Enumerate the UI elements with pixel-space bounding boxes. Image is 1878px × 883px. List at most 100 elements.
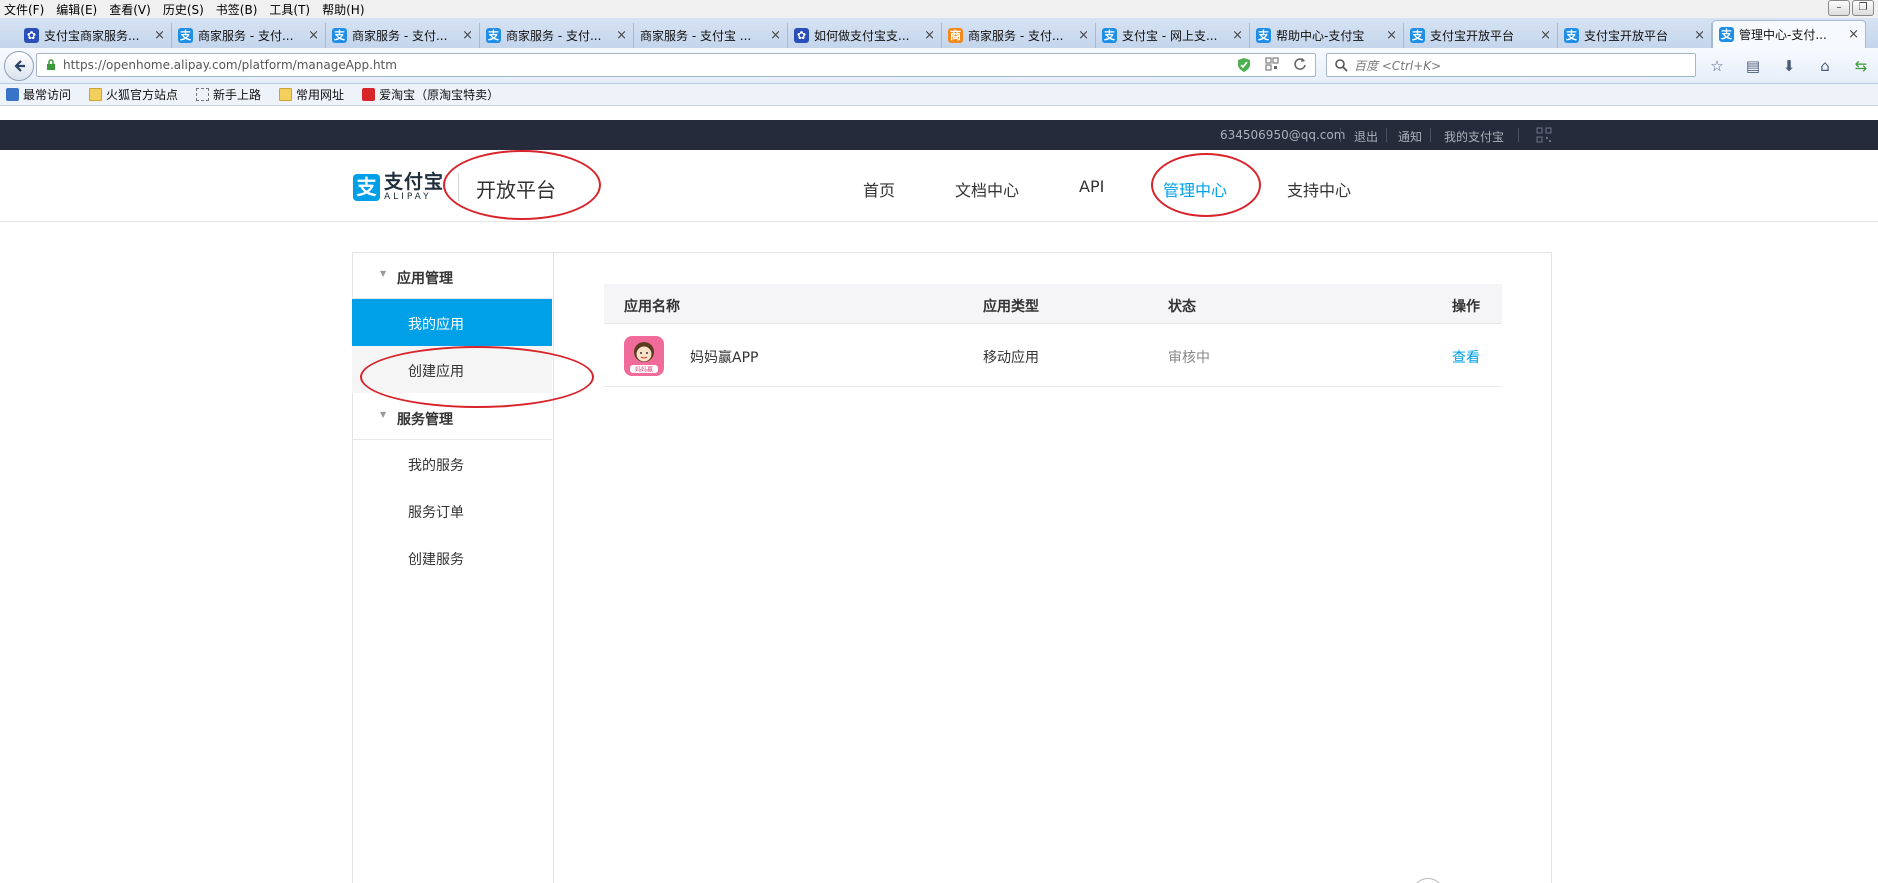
sidebar-item-create-app[interactable]: 创建应用 [352,346,552,393]
close-icon[interactable]: × [1540,28,1551,43]
alipay-icon: 支 [1256,28,1271,43]
app-avatar-icon: 妈妈赢 [624,336,664,376]
close-icon[interactable]: × [154,28,165,43]
app-name: 妈妈赢APP [690,350,759,366]
close-icon[interactable]: × [1386,28,1397,43]
close-icon[interactable]: × [1232,28,1243,43]
search-icon [1335,58,1348,72]
browser-tab[interactable]: ✿ 支付宝商家服务... × [18,23,172,48]
menu-edit[interactable]: 编辑(E) [56,1,97,18]
close-icon[interactable]: × [924,28,935,43]
minimize-icon[interactable]: – [1828,0,1850,16]
bookmark-most-visited[interactable]: 最常访问 [0,86,71,103]
browser-tab[interactable]: 支支付宝开放平台 × [1558,23,1712,48]
sidebar-item-my-services[interactable]: 我的服务 [352,440,552,487]
browser-tab[interactable]: 商家服务 - 支付宝 ... × [634,23,788,48]
view-app-link[interactable]: 查看 [1452,347,1480,367]
back-button[interactable] [4,50,34,81]
browser-tab[interactable]: 商商家服务 - 支付... × [942,23,1096,48]
logo-text-en: ALIPAY [384,192,432,202]
nav-docs[interactable]: 文档中心 [955,177,1019,201]
search-input[interactable]: 百度 <Ctrl+K> [1326,53,1696,77]
alipay-icon: 支 [486,28,501,43]
search-placeholder: 百度 <Ctrl+K> [1354,58,1442,73]
browser-tab[interactable]: 支商家服务 - 支付... × [480,23,634,48]
close-icon[interactable]: × [616,28,627,43]
close-icon[interactable]: × [462,28,473,43]
sidebar-group-services[interactable]: ▼ 服务管理 [352,393,552,440]
bookmark-firefox-site[interactable]: 火狐官方站点 [83,86,178,103]
logo-text-cn: 支付宝 [384,171,445,193]
page-icon [196,88,210,101]
sidebar-item-my-apps[interactable]: 我的应用 [352,299,552,346]
baidu-paw-icon: ✿ [794,28,809,43]
download-icon[interactable]: ⬇ [1780,57,1798,75]
menu-file[interactable]: 文件(F) [4,1,44,18]
menu-tools[interactable]: 工具(T) [269,1,310,18]
nav-home[interactable]: 首页 [863,177,895,201]
alipay-icon: 支 [178,28,193,43]
browser-tab[interactable]: 支商家服务 - 支付... × [326,23,480,48]
baidu-paw-icon: ✿ [24,28,39,43]
bookmark-ai-taobao[interactable]: 爱淘宝（原淘宝特卖） [356,86,499,103]
app-status: 审核中 [1168,350,1210,366]
col-app-type: 应用类型 [983,299,1039,315]
close-icon[interactable]: × [308,28,319,43]
table-row: 妈妈赢 妈妈赢APP 移动应用 审核中 查看 [604,325,1502,387]
notice-link[interactable]: 通知 [1398,128,1422,145]
browser-tab[interactable]: 支帮助中心-支付宝 × [1250,23,1404,48]
nav-management[interactable]: 管理中心 [1163,177,1227,201]
tab-strip: ✿ 支付宝商家服务... × 支商家服务 - 支付... × 支商家服务 - 支付..… [0,18,1878,48]
sync-icon[interactable]: ⇆ [1852,57,1870,75]
sidebar-item-service-orders[interactable]: 服务订单 [352,487,552,534]
toolbar-buttons: ☆ ▤ ⬇ ⌂ ⇆ [1708,57,1878,75]
address-bar[interactable]: https://openhome.alipay.com/platform/man… [36,53,1316,77]
reload-icon[interactable] [1293,57,1311,73]
nav-api[interactable]: API [1079,177,1104,196]
menu-view[interactable]: 查看(V) [109,1,151,18]
logo-divider [458,173,459,201]
alipay-icon: 支 [1564,28,1579,43]
browser-tab-active[interactable]: 支管理中心-支付... × [1712,20,1866,48]
account-topbar: 634506950@qq.com 退出 通知 我的支付宝 [0,120,1878,150]
menu-bookmarks[interactable]: 书签(B) [216,1,258,18]
nav-support[interactable]: 支持中心 [1287,177,1351,201]
bookmarks-toolbar: 最常访问 火狐官方站点 新手上路 常用网址 爱淘宝（原淘宝特卖） [0,84,1878,106]
bookmark-getting-started[interactable]: 新手上路 [190,86,261,103]
alipay-icon: 支 [1102,28,1117,43]
menu-history[interactable]: 历史(S) [163,1,204,18]
browser-tab[interactable]: 支支付宝开放平台 × [1404,23,1558,48]
qr-code-icon[interactable] [1265,57,1283,73]
bookmark-star-icon[interactable]: ☆ [1708,57,1726,75]
col-action: 操作 [1452,299,1480,315]
close-icon[interactable]: × [1078,28,1089,43]
folder-icon [279,88,293,101]
browser-tab[interactable]: 支商家服务 - 支付... × [172,23,326,48]
browser-tab[interactable]: ✿ 如何做支付宝支... × [788,23,942,48]
restore-icon[interactable]: ❐ [1852,0,1874,16]
logout-link[interactable]: 退出 [1354,128,1378,145]
menu-help[interactable]: 帮助(H) [322,1,364,18]
reading-list-icon[interactable]: ▤ [1744,57,1762,75]
shield-icon[interactable] [1237,57,1255,73]
app-type: 移动应用 [983,350,1039,366]
bookmark-icon [6,88,19,101]
close-icon[interactable]: × [1694,28,1705,43]
bookmark-common-sites[interactable]: 常用网址 [273,86,344,103]
url-text: https://openhome.alipay.com/platform/man… [63,58,397,72]
alipay-logo[interactable]: 支 支付宝 ALIPAY [353,172,444,202]
svg-text:妈妈赢: 妈妈赢 [635,366,653,374]
navigation-bar: https://openhome.alipay.com/platform/man… [0,48,1878,84]
close-icon[interactable]: × [1848,27,1859,42]
qr-code-icon[interactable] [1536,127,1552,143]
sidebar-group-apps[interactable]: ▼ 应用管理 [352,252,552,299]
home-icon[interactable]: ⌂ [1816,57,1834,75]
site-header: 支 支付宝 ALIPAY 开放平台 首页 文档中心 API 管理中心 支持中心 [0,150,1878,222]
sidebar-item-create-service[interactable]: 创建服务 [352,534,552,581]
close-icon[interactable]: × [770,28,781,43]
my-alipay-link[interactable]: 我的支付宝 [1444,128,1504,145]
browser-tab[interactable]: 支支付宝 - 网上支... × [1096,23,1250,48]
folder-icon [89,88,103,101]
col-app-name: 应用名称 [624,299,680,315]
table-header: 应用名称 应用类型 状态 操作 [604,284,1502,324]
